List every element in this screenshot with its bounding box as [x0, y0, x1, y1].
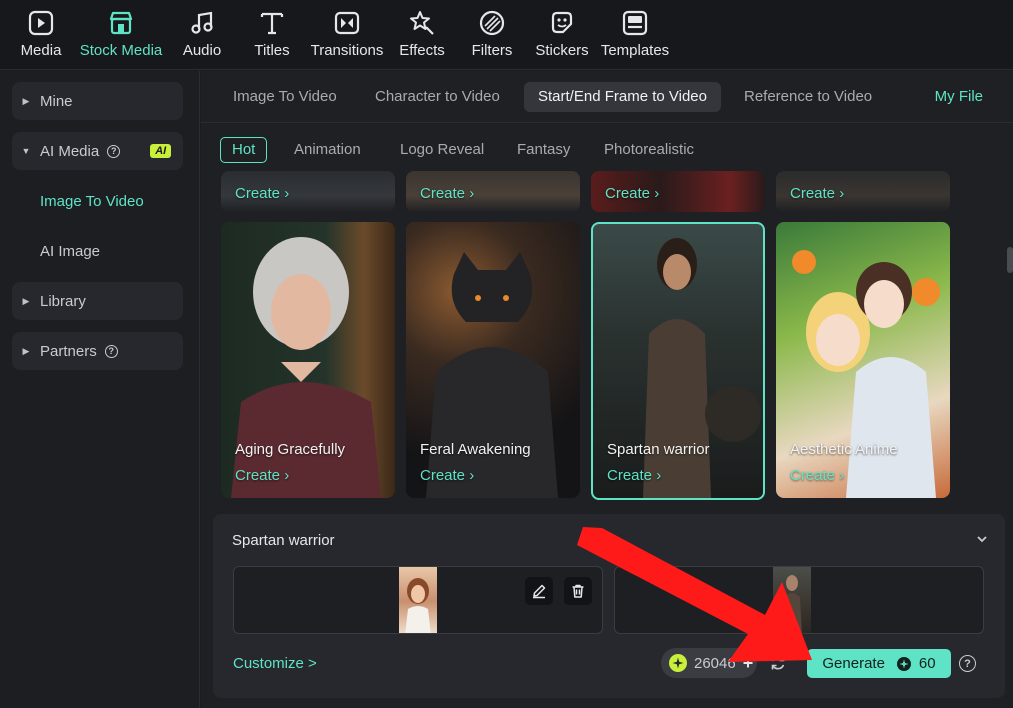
toolbar-filters[interactable]: Filters	[472, 8, 512, 64]
card-title: Spartan warrior	[607, 441, 710, 458]
caret-right-icon: ▶	[22, 95, 30, 106]
help-icon[interactable]: ?	[107, 144, 121, 158]
effects-icon	[407, 8, 437, 38]
trash-icon	[572, 584, 584, 598]
sidebar-item-ai-image[interactable]: AI Image	[12, 232, 183, 270]
template-card-partial[interactable]: Create ›	[221, 171, 395, 212]
toolbar-titles[interactable]: Titles	[253, 8, 291, 64]
caret-right-icon: ▶	[22, 345, 30, 356]
create-link[interactable]: Create ›	[790, 185, 844, 202]
template-card-spartan-warrior[interactable]: Spartan warrior Create ›	[591, 222, 765, 500]
pencil-icon	[533, 584, 546, 599]
tab-character-to-video[interactable]: Character to Video	[361, 82, 514, 112]
credit-coin-icon	[896, 656, 911, 671]
customize-link[interactable]: Customize >	[233, 655, 317, 672]
sidebar-item-mine[interactable]: ▶ Mine	[12, 82, 183, 120]
sidebar-item-partners[interactable]: ▶ Partners ?	[12, 332, 183, 370]
start-frame-slot[interactable]	[233, 566, 603, 634]
toolbar-media[interactable]: Media	[20, 8, 62, 64]
ai-badge: AI	[150, 144, 172, 158]
templates-icon	[620, 8, 650, 38]
tab-image-to-video[interactable]: Image To Video	[219, 82, 351, 112]
chevron-down-icon[interactable]	[975, 532, 989, 546]
chip-logo-reveal[interactable]: Logo Reveal	[388, 137, 496, 163]
sidebar-item-image-to-video[interactable]: Image To Video	[12, 182, 183, 220]
delete-button[interactable]	[564, 577, 592, 605]
toolbar-stickers[interactable]: Stickers	[535, 8, 589, 64]
card-title: Aging Gracefully	[235, 441, 346, 458]
refresh-icon[interactable]	[769, 654, 787, 672]
credits-balance[interactable]: 26046 +	[661, 648, 757, 678]
toolbar-transitions[interactable]: Transitions	[311, 8, 383, 64]
main-content: Image To Video Character to Video Start/…	[201, 71, 1013, 708]
create-link[interactable]: Create ›	[607, 467, 661, 484]
template-card-aesthetic-anime[interactable]: Aesthetic Anime Create ›	[776, 222, 950, 498]
generate-cost: 60	[918, 655, 936, 672]
card-title: Aesthetic Anime	[790, 441, 898, 458]
end-frame-thumbnail	[773, 567, 811, 633]
sidebar: ▶ Mine ▼ AI Media ? AI Image To Video AI…	[0, 71, 200, 708]
create-link[interactable]: Create ›	[605, 185, 659, 202]
stock-media-icon	[106, 8, 136, 38]
template-card-partial[interactable]: Create ›	[406, 171, 580, 212]
credit-coin-icon	[669, 654, 687, 672]
top-toolbar: Media Stock Media Audio Titles Transitio…	[0, 0, 1013, 70]
template-card-aging-gracefully[interactable]: Aging Gracefully Create ›	[221, 222, 395, 498]
create-link[interactable]: Create ›	[420, 185, 474, 202]
start-frame-thumbnail	[399, 567, 437, 633]
toolbar-effects[interactable]: Effects	[399, 8, 445, 64]
chip-animation[interactable]: Animation	[282, 137, 373, 163]
toolbar-audio[interactable]: Audio	[182, 8, 222, 64]
end-frame-slot[interactable]	[614, 566, 984, 634]
help-icon[interactable]: ?	[104, 344, 118, 358]
tab-bar: Image To Video Character to Video Start/…	[201, 71, 1013, 123]
template-card-partial[interactable]: Create ›	[776, 171, 950, 212]
filters-icon	[477, 8, 507, 38]
edit-button[interactable]	[525, 577, 553, 605]
my-file-link[interactable]: My File	[935, 82, 983, 112]
add-credits-icon[interactable]: +	[743, 653, 754, 674]
caret-right-icon: ▶	[22, 295, 30, 306]
chip-fantasy[interactable]: Fantasy	[505, 137, 582, 163]
audio-icon	[187, 8, 217, 38]
titles-icon	[257, 8, 287, 38]
create-link[interactable]: Create ›	[235, 467, 289, 484]
scrollbar-thumb[interactable]	[1007, 247, 1013, 273]
help-icon[interactable]: ?	[959, 655, 976, 672]
credits-value: 26046	[694, 654, 736, 672]
tab-reference-to-video[interactable]: Reference to Video	[730, 82, 886, 112]
toolbar-stock-media[interactable]: Stock Media	[80, 8, 162, 64]
toolbar-templates[interactable]: Templates	[601, 8, 669, 64]
create-link[interactable]: Create ›	[235, 185, 289, 202]
template-card-feral-awakening[interactable]: Feral Awakening Create ›	[406, 222, 580, 498]
chip-hot[interactable]: Hot	[220, 137, 268, 163]
template-card-partial[interactable]: Create ›	[591, 171, 765, 212]
card-title: Feral Awakening	[420, 441, 531, 458]
generate-button[interactable]: Generate 60	[807, 649, 951, 678]
generation-panel: Spartan warrior Customize > 26046 + Gene…	[213, 514, 1005, 698]
transitions-icon	[332, 8, 362, 38]
create-link[interactable]: Create ›	[420, 467, 474, 484]
media-icon	[26, 8, 56, 38]
tab-start-end-frame-to-video[interactable]: Start/End Frame to Video	[524, 82, 721, 112]
panel-title: Spartan warrior	[232, 532, 335, 549]
caret-down-icon: ▼	[21, 146, 31, 156]
create-link[interactable]: Create ›	[790, 467, 844, 484]
sidebar-item-ai-media[interactable]: ▼ AI Media ? AI	[12, 132, 183, 170]
chip-photorealistic[interactable]: Photorealistic	[592, 137, 706, 163]
sidebar-item-library[interactable]: ▶ Library	[12, 282, 183, 320]
stickers-icon	[547, 8, 577, 38]
